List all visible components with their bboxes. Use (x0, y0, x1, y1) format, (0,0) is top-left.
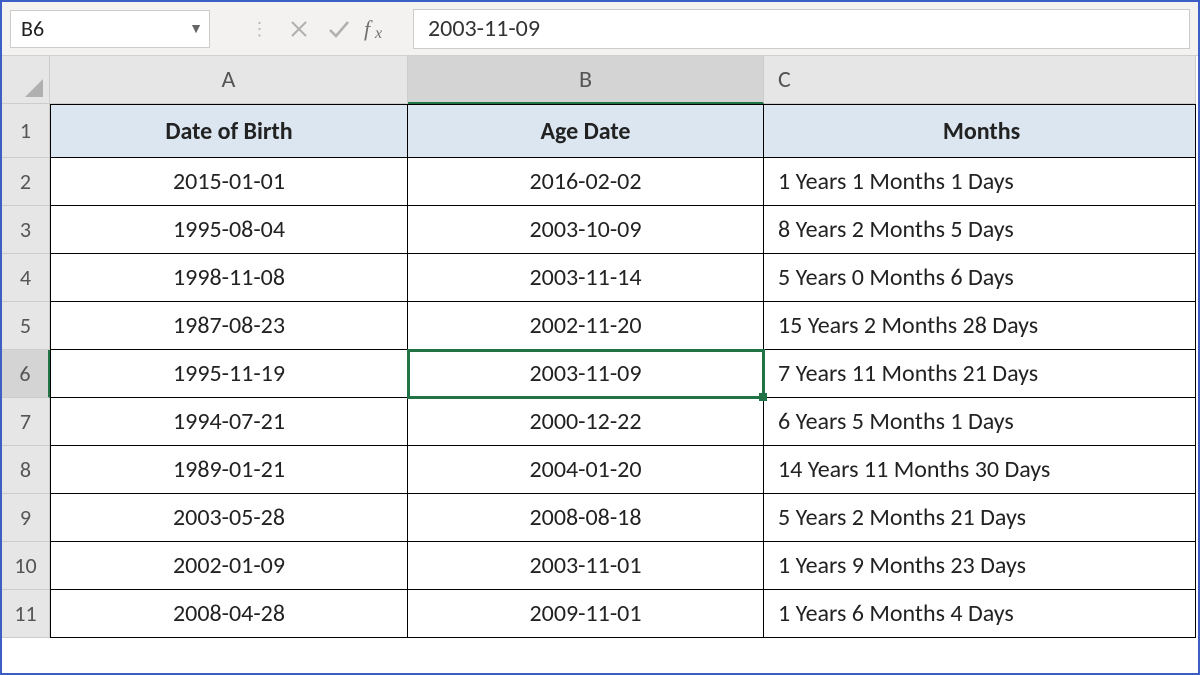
svg-text:x: x (374, 25, 382, 42)
cell[interactable]: 2002-01-09 (50, 542, 408, 590)
cell[interactable]: 2003-10-09 (408, 206, 764, 254)
cell[interactable]: 1 Years 9 Months 23 Days (764, 542, 1196, 590)
cell[interactable]: 2008-04-28 (50, 590, 408, 638)
formula-bar: B6 ▼ ⋮ fx 2003-11-09 (2, 2, 1198, 56)
row-header[interactable]: 4 (2, 254, 50, 302)
name-box-value: B6 (11, 15, 183, 42)
cell[interactable]: 1995-11-19 (50, 350, 408, 398)
cell[interactable]: 2003-11-01 (408, 542, 764, 590)
fill-handle[interactable] (759, 393, 767, 401)
table-header-cell[interactable]: Date of Birth (50, 104, 408, 158)
row-header[interactable]: 6 (2, 350, 50, 398)
enter-icon[interactable] (319, 10, 359, 48)
table-header-cell[interactable]: Age Date (408, 104, 764, 158)
cell[interactable]: 2008-08-18 (408, 494, 764, 542)
column-header-c[interactable]: C (764, 56, 1196, 104)
row-header[interactable]: 8 (2, 446, 50, 494)
spreadsheet-grid: A B C 1 2 3 4 5 6 7 8 9 10 11 Date of B (2, 56, 1198, 673)
row-header[interactable]: 3 (2, 206, 50, 254)
cell[interactable]: 2002-11-20 (408, 302, 764, 350)
cell[interactable]: 2009-11-01 (408, 590, 764, 638)
cell[interactable]: 1998-11-08 (50, 254, 408, 302)
cell[interactable]: 1 Years 1 Months 1 Days (764, 158, 1196, 206)
name-box[interactable]: B6 ▼ (10, 10, 210, 48)
cell[interactable]: 7 Years 11 Months 21 Days (764, 350, 1196, 398)
dropdown-icon[interactable]: ▼ (183, 20, 209, 37)
column-header-b[interactable]: B (408, 56, 764, 104)
cell-selected[interactable]: 2003-11-09 (408, 350, 764, 398)
fx-icon[interactable]: fx (359, 10, 399, 48)
row-header[interactable]: 1 (2, 104, 50, 158)
row-header[interactable]: 9 (2, 494, 50, 542)
cell[interactable]: 2003-05-28 (50, 494, 408, 542)
select-all-corner[interactable] (2, 56, 50, 104)
cell[interactable]: 6 Years 5 Months 1 Days (764, 398, 1196, 446)
more-icon[interactable]: ⋮ (239, 10, 279, 48)
cell[interactable]: 2016-02-02 (408, 158, 764, 206)
cell[interactable]: 1987-08-23 (50, 302, 408, 350)
cell[interactable]: 1989-01-21 (50, 446, 408, 494)
cell[interactable]: 2004-01-20 (408, 446, 764, 494)
svg-text:f: f (364, 16, 373, 41)
cell[interactable]: 1995-08-04 (50, 206, 408, 254)
row-header[interactable]: 10 (2, 542, 50, 590)
cell[interactable]: 15 Years 2 Months 28 Days (764, 302, 1196, 350)
formula-input[interactable]: 2003-11-09 (413, 9, 1190, 49)
cell[interactable]: 5 Years 0 Months 6 Days (764, 254, 1196, 302)
cell[interactable]: 5 Years 2 Months 21 Days (764, 494, 1196, 542)
cell[interactable]: 2000-12-22 (408, 398, 764, 446)
column-header-a[interactable]: A (50, 56, 408, 104)
cell[interactable]: 2015-01-01 (50, 158, 408, 206)
cell[interactable]: 1 Years 6 Months 4 Days (764, 590, 1196, 638)
cancel-icon[interactable] (279, 10, 319, 48)
row-headers: 1 2 3 4 5 6 7 8 9 10 11 (2, 104, 50, 638)
cell[interactable]: 8 Years 2 Months 5 Days (764, 206, 1196, 254)
row-header[interactable]: 5 (2, 302, 50, 350)
table-header-cell[interactable]: Months (764, 104, 1196, 158)
row-header[interactable]: 2 (2, 158, 50, 206)
row-header[interactable]: 7 (2, 398, 50, 446)
cell[interactable]: 2003-11-14 (408, 254, 764, 302)
formula-input-value: 2003-11-09 (428, 14, 540, 43)
cell[interactable]: 1994-07-21 (50, 398, 408, 446)
cell[interactable]: 14 Years 11 Months 30 Days (764, 446, 1196, 494)
row-header[interactable]: 11 (2, 590, 50, 638)
